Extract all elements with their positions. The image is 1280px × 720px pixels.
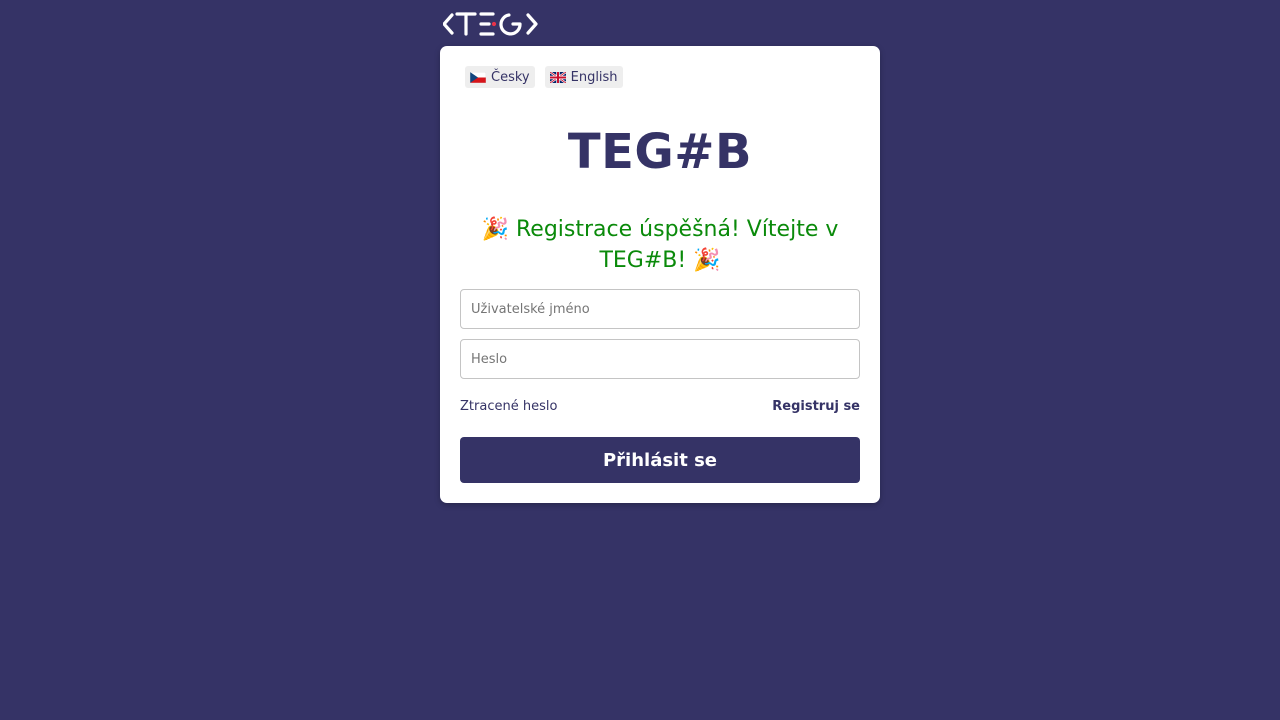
page-title: TEG#B	[567, 124, 753, 180]
forgot-password-link[interactable]: Ztracené heslo	[460, 399, 557, 414]
login-button[interactable]: Přihlásit se	[460, 437, 860, 483]
login-card: Česky English TEG#B 🎉 Registrace úspěšná…	[440, 46, 880, 503]
auth-links: Ztracené heslo Registruj se	[460, 399, 860, 414]
password-input[interactable]	[460, 339, 860, 379]
success-message: 🎉 Registrace úspěšná! Vítejte v TEG#B! 🎉	[481, 217, 839, 273]
language-button-czech[interactable]: Česky	[465, 66, 535, 88]
language-switcher: Česky English	[465, 66, 623, 88]
language-label-english: English	[570, 69, 618, 85]
register-link[interactable]: Registruj se	[772, 399, 860, 414]
language-label-czech: Česky	[491, 69, 530, 85]
czech-flag-icon	[470, 71, 486, 83]
username-input[interactable]	[460, 289, 860, 329]
language-button-english[interactable]: English	[544, 66, 623, 88]
uk-flag-icon	[549, 71, 566, 83]
teg-logo	[443, 12, 538, 36]
